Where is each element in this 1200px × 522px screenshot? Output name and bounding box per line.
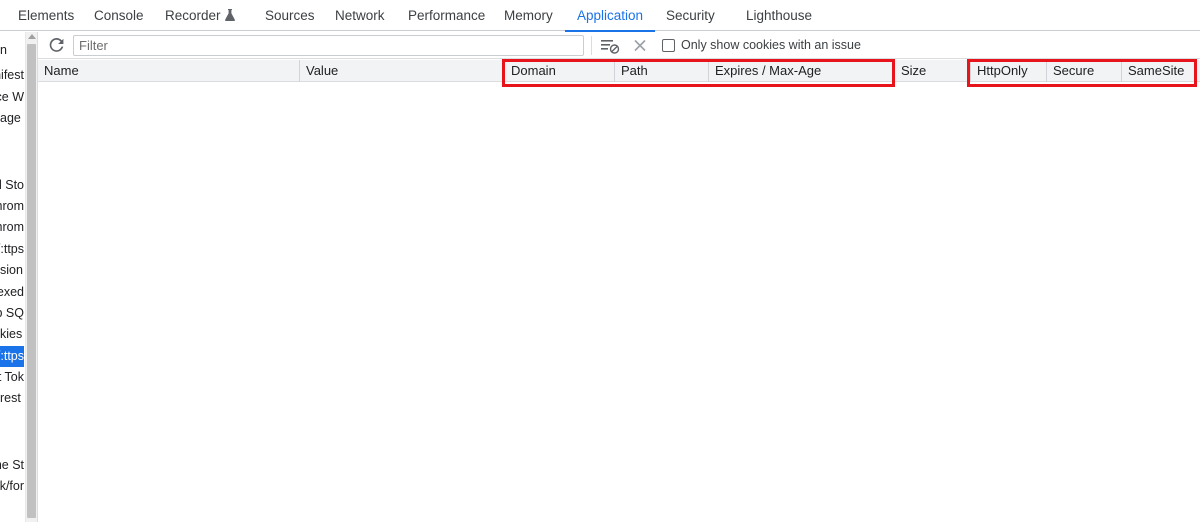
sidebar-item[interactable]: k/for [0,476,24,497]
sidebar-item[interactable]: n [0,40,24,61]
tab-lighthouse[interactable]: Lighthouse [746,0,812,31]
devtools-tab-bar: Elements Console Recorder Sources Networ… [0,0,1200,32]
sidebar-item[interactable]: al Sto [0,175,24,196]
sidebar-item[interactable]: kies [0,324,24,345]
sidebar-item[interactable]: rest [0,388,24,409]
sidebar-item[interactable]: ttps:/ [0,239,24,260]
sidebar-item[interactable]: age [0,108,24,129]
sidebar-item[interactable]: vice W [0,87,24,108]
cookies-toolbar: Only show cookies with an issue [38,32,1200,59]
tab-security[interactable]: Security [666,0,715,31]
sidebar-item[interactable]: he St [0,455,24,476]
cookies-table-body [38,83,1200,522]
tab-sources[interactable]: Sources [265,0,315,31]
highlight-box-httponly-secure-samesite [967,59,1197,87]
experiment-flask-icon [224,9,235,21]
tab-console[interactable]: Console [94,0,144,31]
scroll-up-arrow-icon[interactable] [28,34,36,39]
sidebar-item[interactable]: nifest [0,65,24,86]
clear-all-close-icon[interactable] [632,37,648,54]
tab-application[interactable]: Application [564,0,656,32]
sidebar-item-selected[interactable]: ttps:/ [0,346,24,367]
tab-network[interactable]: Network [335,0,385,31]
sidebar-item[interactable]: hrom [0,217,24,238]
column-header-value[interactable]: Value [300,60,505,82]
tab-performance[interactable]: Performance [408,0,485,31]
sidebar-item[interactable]: sion [0,260,24,281]
tab-recorder[interactable]: Recorder [165,0,235,31]
sidebar-item[interactable]: b SQ [0,303,24,324]
filter-input[interactable] [73,35,584,56]
column-header-name[interactable]: Name [38,60,300,82]
sidebar-item[interactable]: t Tok [0,367,24,388]
only-issue-checkbox[interactable] [662,39,675,52]
toolbar-divider [591,36,592,55]
refresh-icon[interactable] [48,37,65,54]
column-header-size[interactable]: Size [895,60,971,82]
sidebar-item[interactable]: exed [0,282,24,303]
sidebar-item[interactable]: hrom [0,196,24,217]
sidebar-scrollbar[interactable] [25,32,37,522]
tab-elements[interactable]: Elements [18,0,74,31]
tab-memory[interactable]: Memory [504,0,553,31]
highlight-box-domain-path-expires [502,59,895,87]
tab-recorder-label: Recorder [165,8,221,23]
only-issue-label[interactable]: Only show cookies with an issue [681,32,861,59]
scrollbar-thumb[interactable] [27,44,36,518]
clear-filtered-cookies-icon[interactable] [600,37,620,54]
